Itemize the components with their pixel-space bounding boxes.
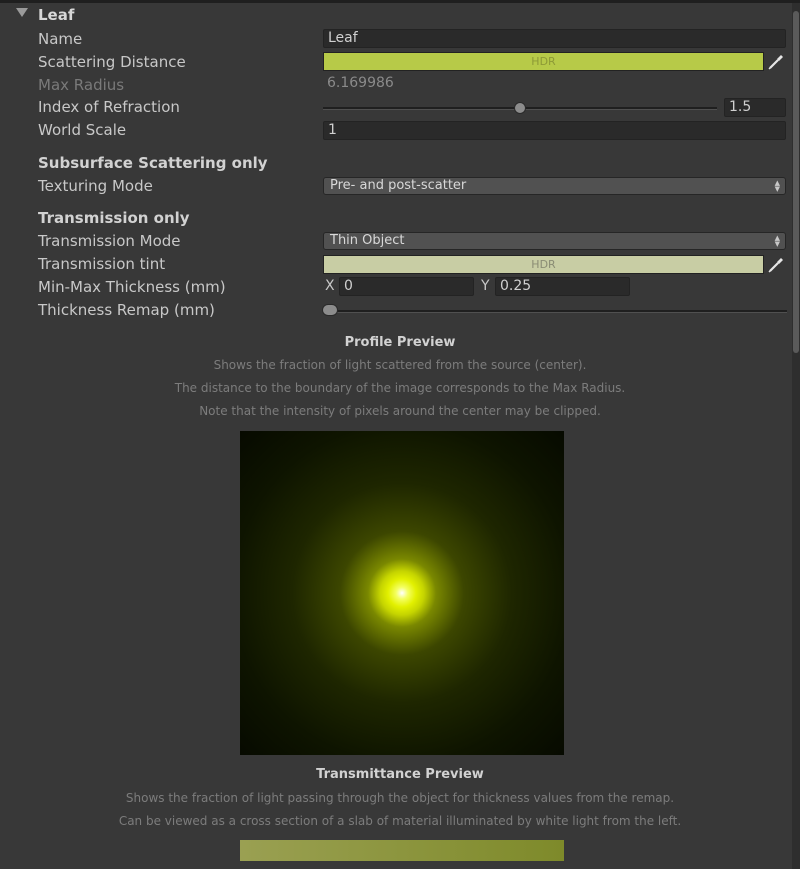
profile-preview-note: The distance to the boundary of the imag… bbox=[174, 381, 626, 395]
min-max-thickness-label: Min-Max Thickness (mm) bbox=[38, 278, 226, 296]
thickness-y-input[interactable]: 0.25 bbox=[495, 277, 630, 296]
dropdown-arrows-icon: ▲ ▼ bbox=[774, 234, 780, 248]
thickness-y-label: Y bbox=[481, 278, 490, 294]
ior-input[interactable]: 1.5 bbox=[724, 98, 786, 117]
transmittance-preview-note: Can be viewed as a cross section of a sl… bbox=[118, 814, 682, 828]
foldout-header[interactable]: Leaf bbox=[0, 3, 790, 27]
transmission-mode-label: Transmission Mode bbox=[38, 232, 181, 250]
scattering-distance-label: Scattering Distance bbox=[38, 53, 186, 71]
transmission-mode-value: Thin Object bbox=[330, 233, 405, 248]
hdr-badge: HDR bbox=[531, 258, 556, 271]
name-label: Name bbox=[38, 30, 83, 48]
texturing-mode-label: Texturing Mode bbox=[38, 177, 153, 195]
thickness-x-label: X bbox=[325, 278, 335, 294]
world-scale-label: World Scale bbox=[38, 121, 127, 139]
texturing-mode-dropdown[interactable]: Pre- and post-scatter ▲ ▼ bbox=[323, 177, 786, 195]
scrollbar-thumb[interactable] bbox=[793, 11, 799, 353]
scattering-distance-color-field[interactable]: HDR bbox=[323, 52, 764, 71]
thickness-x-input[interactable]: 0 bbox=[339, 277, 474, 296]
transmission-tint-color-field[interactable]: HDR bbox=[323, 255, 764, 274]
transmission-section-title: Transmission only bbox=[38, 209, 190, 227]
transmittance-preview-note: Shows the fraction of light passing thro… bbox=[125, 791, 675, 805]
ior-slider-thumb[interactable] bbox=[514, 102, 526, 114]
dropdown-arrows-icon: ▲ ▼ bbox=[774, 179, 780, 193]
sss-section-title: Subsurface Scattering only bbox=[38, 154, 268, 172]
transmission-mode-dropdown[interactable]: Thin Object ▲ ▼ bbox=[323, 232, 786, 250]
eyedropper-icon[interactable] bbox=[766, 52, 786, 72]
transmission-tint-label: Transmission tint bbox=[38, 255, 166, 273]
transmittance-preview-image bbox=[240, 840, 564, 861]
max-radius-label: Max Radius bbox=[38, 76, 125, 94]
max-radius-value: 6.169986 bbox=[327, 75, 394, 91]
world-scale-input[interactable]: 1 bbox=[323, 121, 786, 140]
profile-preview-note: Note that the intensity of pixels around… bbox=[199, 404, 601, 418]
foldout-arrow-icon[interactable] bbox=[16, 8, 28, 17]
thickness-remap-handle[interactable] bbox=[322, 304, 338, 316]
index-of-refraction-label: Index of Refraction bbox=[38, 98, 180, 116]
profile-preview-title: Profile Preview bbox=[344, 335, 456, 350]
thickness-remap-track[interactable] bbox=[323, 310, 787, 313]
name-input[interactable]: Leaf bbox=[323, 29, 786, 48]
transmittance-preview-title: Transmittance Preview bbox=[316, 767, 484, 782]
eyedropper-icon[interactable] bbox=[766, 255, 786, 275]
foldout-title: Leaf bbox=[38, 6, 75, 24]
profile-preview-note: Shows the fraction of light scattered fr… bbox=[213, 358, 587, 372]
hdr-badge: HDR bbox=[531, 55, 556, 68]
texturing-mode-value: Pre- and post-scatter bbox=[330, 178, 467, 193]
thickness-remap-label: Thickness Remap (mm) bbox=[38, 301, 215, 319]
profile-preview-image bbox=[240, 431, 564, 755]
scrollbar[interactable] bbox=[792, 3, 800, 869]
